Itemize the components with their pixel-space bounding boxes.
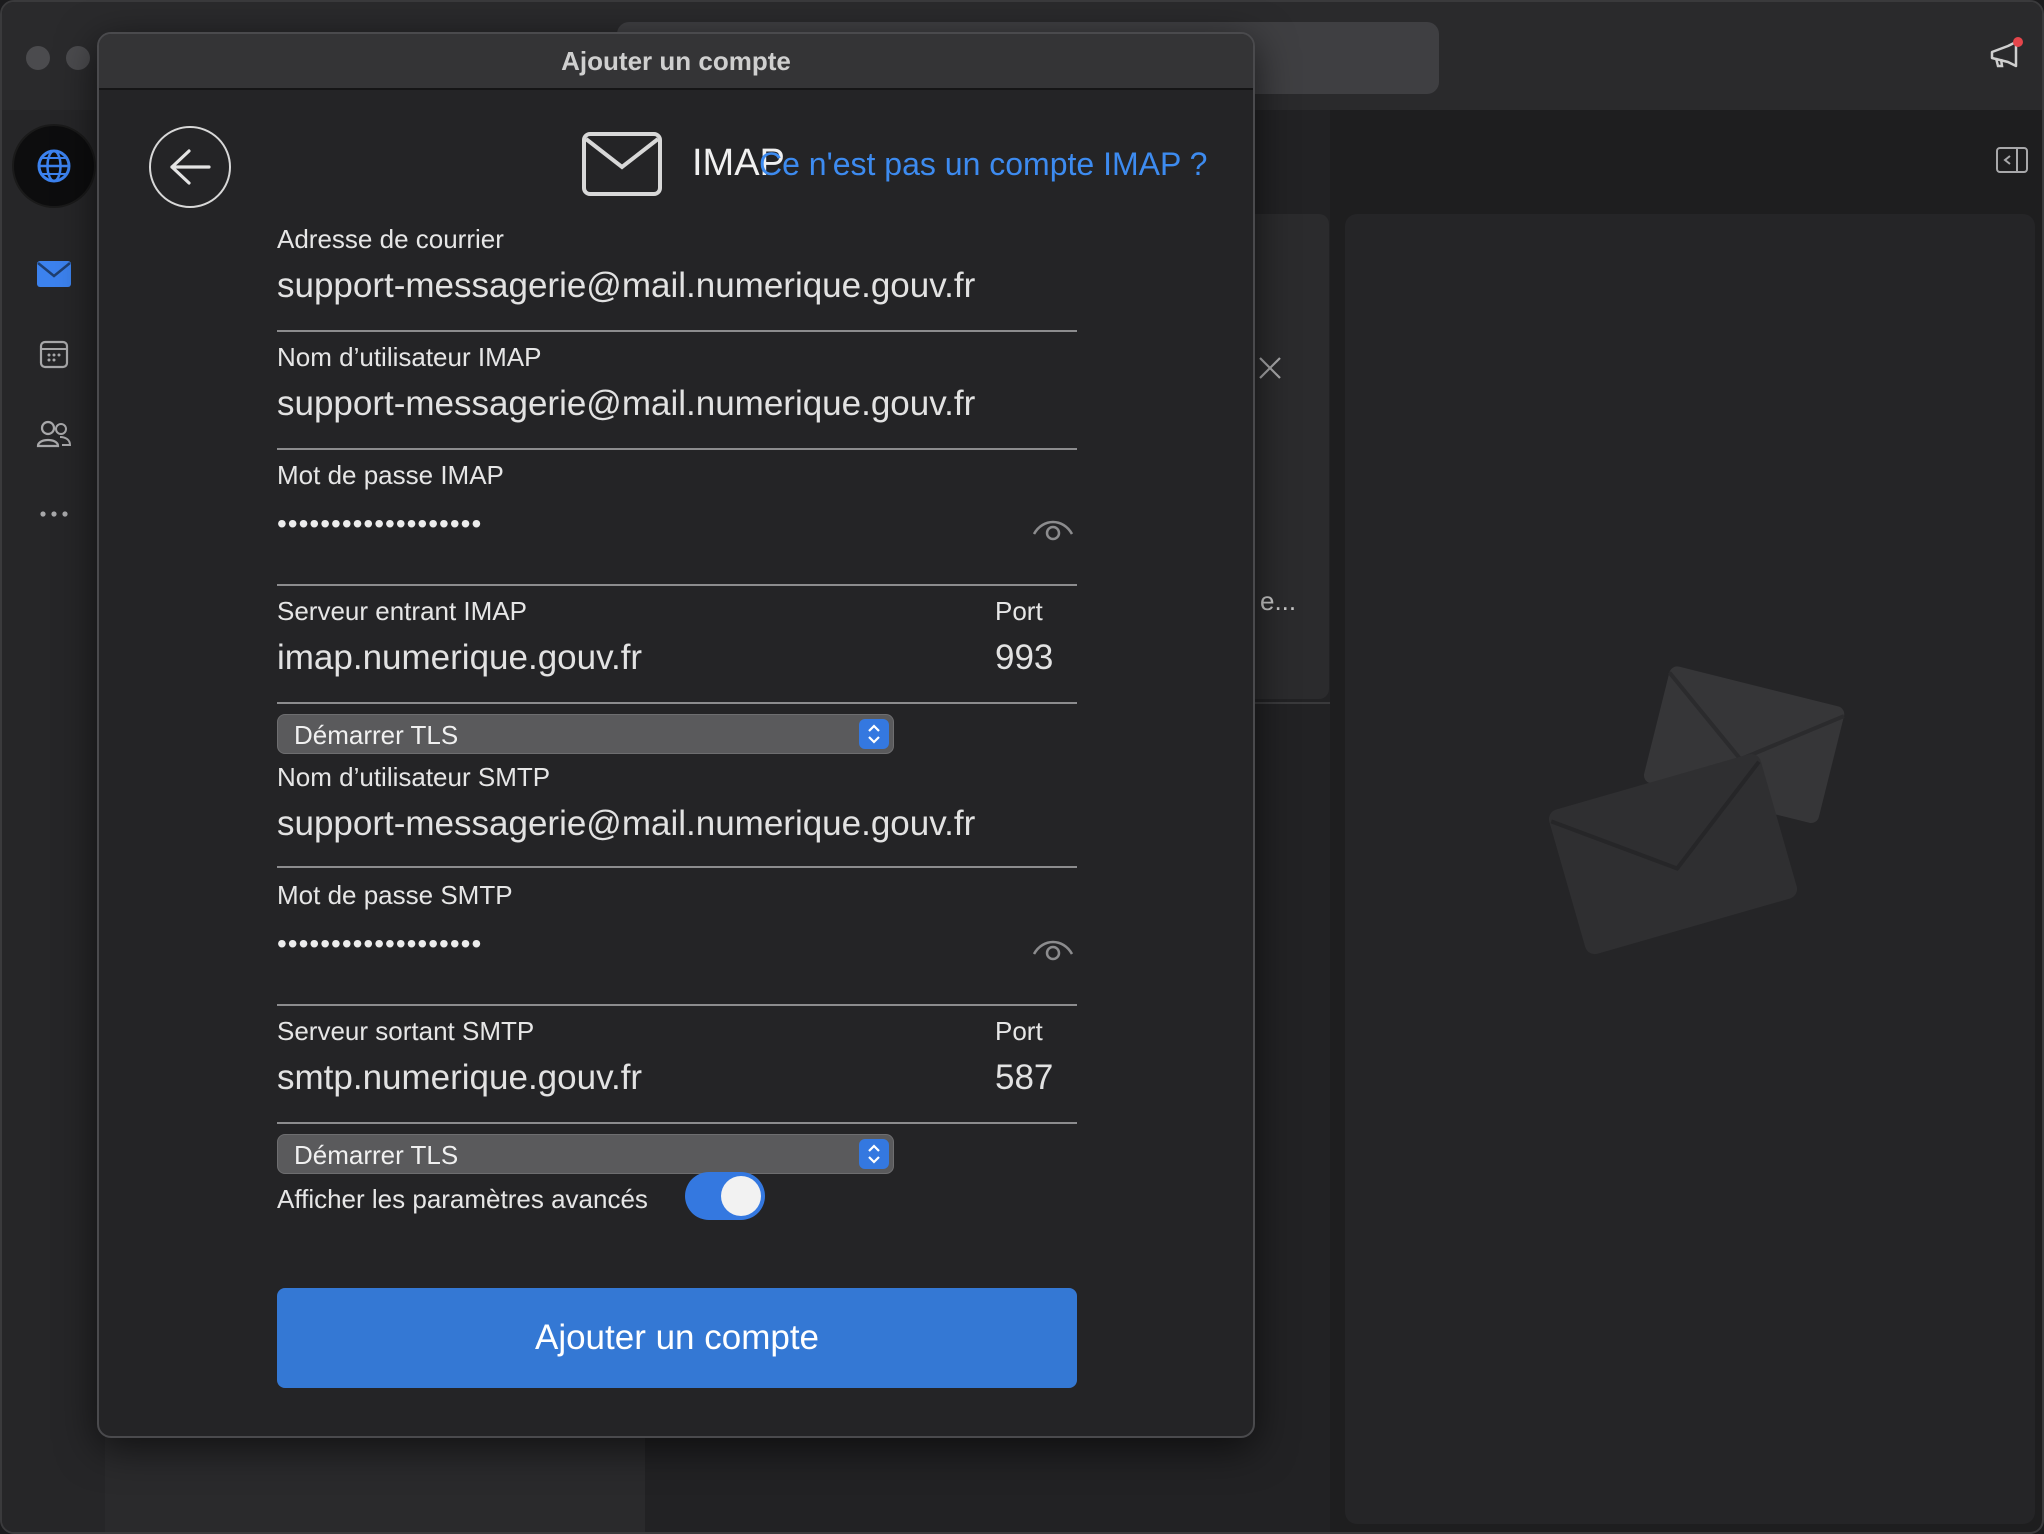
smtp-password-input[interactable]: •••••••••••••••••••	[277, 928, 482, 960]
add-account-button[interactable]: Ajouter un compte	[277, 1288, 1077, 1388]
more-icon[interactable]	[32, 492, 76, 536]
globe-icon	[37, 149, 71, 183]
not-imap-link[interactable]: Ce n'est pas un compte IMAP ?	[759, 146, 1207, 183]
chevron-updown-icon	[859, 1139, 889, 1169]
back-button[interactable]	[149, 126, 231, 208]
people-icon[interactable]	[32, 412, 76, 456]
smtp-server-label: Serveur sortant SMTP	[277, 1016, 535, 1046]
imap-username-input[interactable]: support-messagerie@mail.numerique.gouv.f…	[277, 384, 975, 424]
imap-security-select[interactable]: Démarrer TLS	[277, 714, 894, 754]
mail-icon	[582, 132, 662, 196]
smtp-username-label: Nom d’utilisateur SMTP	[277, 762, 551, 792]
back-arrow-icon	[170, 149, 211, 185]
window-minimize-button[interactable]	[66, 46, 90, 70]
window-close-button[interactable]	[26, 46, 50, 70]
eye-icon[interactable]	[1031, 514, 1075, 544]
mail-nav-icon[interactable]	[32, 252, 76, 296]
imap-password-field[interactable]: Mot de passe IMAP •••••••••••••••••••	[277, 460, 1077, 586]
nav-rail	[2, 110, 105, 1532]
email-field[interactable]: Adresse de courrier support-messagerie@m…	[277, 224, 1077, 332]
imap-port-label: Port	[995, 596, 1043, 626]
smtp-username-field[interactable]: Nom d’utilisateur SMTP support-messageri…	[277, 762, 1077, 868]
close-icon[interactable]	[1258, 356, 1282, 380]
smtp-security-value: Démarrer TLS	[294, 1140, 459, 1170]
eye-icon[interactable]	[1031, 934, 1075, 964]
sidebar-toggle-icon[interactable]	[1995, 146, 2029, 174]
smtp-port-label: Port	[995, 1016, 1043, 1046]
advanced-settings-label: Afficher les paramètres avancés	[277, 1184, 648, 1214]
imap-server-input[interactable]: imap.numerique.gouv.fr	[277, 638, 642, 678]
smtp-password-label: Mot de passe SMTP	[277, 880, 513, 910]
imap-server-field[interactable]: Serveur entrant IMAP imap.numerique.gouv…	[277, 596, 1077, 704]
imap-server-label: Serveur entrant IMAP	[277, 596, 527, 626]
add-account-dialog: Ajouter un compte IMAP Ce n'est pas un c…	[97, 32, 1255, 1438]
smtp-server-input[interactable]: smtp.numerique.gouv.fr	[277, 1058, 642, 1098]
advanced-settings-toggle[interactable]	[685, 1172, 765, 1220]
email-label: Adresse de courrier	[277, 224, 504, 254]
smtp-password-field[interactable]: Mot de passe SMTP •••••••••••••••••••	[277, 880, 1077, 1006]
imap-password-label: Mot de passe IMAP	[277, 460, 504, 490]
smtp-username-input[interactable]: support-messagerie@mail.numerique.gouv.f…	[277, 804, 975, 844]
toggle-knob	[721, 1176, 761, 1216]
megaphone-icon[interactable]	[1986, 36, 2026, 76]
imap-username-field[interactable]: Nom d’utilisateur IMAP support-messageri…	[277, 342, 1077, 450]
message-preview-text: e...	[1260, 586, 1297, 616]
imap-security-value: Démarrer TLS	[294, 720, 459, 750]
account-avatar[interactable]	[14, 126, 94, 206]
dialog-title: Ajouter un compte	[99, 34, 1253, 90]
smtp-server-field[interactable]: Serveur sortant SMTP smtp.numerique.gouv…	[277, 1016, 1077, 1124]
chevron-updown-icon	[859, 719, 889, 749]
imap-password-input[interactable]: •••••••••••••••••••	[277, 508, 482, 540]
email-input[interactable]: support-messagerie@mail.numerique.gouv.f…	[277, 266, 975, 306]
smtp-port-input[interactable]: 587	[995, 1058, 1053, 1098]
imap-username-label: Nom d’utilisateur IMAP	[277, 342, 542, 372]
smtp-security-select[interactable]: Démarrer TLS	[277, 1134, 894, 1174]
envelopes-illustration	[1548, 666, 1845, 955]
imap-port-input[interactable]: 993	[995, 638, 1053, 678]
calendar-icon[interactable]	[32, 332, 76, 376]
